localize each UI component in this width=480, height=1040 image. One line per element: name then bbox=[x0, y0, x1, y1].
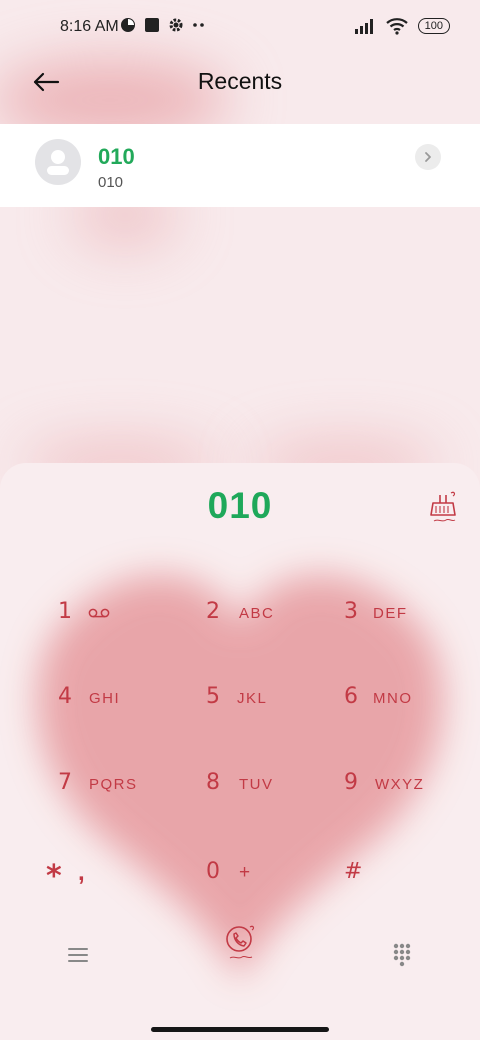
system-icons: 100 bbox=[354, 17, 450, 35]
battery-indicator: 100 bbox=[417, 18, 450, 34]
recent-call-row[interactable]: 010 010 bbox=[0, 124, 480, 207]
status-bar: 8:16 AM 100 bbox=[0, 0, 480, 56]
person-icon bbox=[47, 150, 69, 175]
key-digit: * bbox=[46, 859, 62, 894]
key-hash[interactable]: # bbox=[344, 859, 480, 929]
key-4[interactable]: 4 GHI bbox=[58, 684, 208, 754]
app-notification-icon bbox=[121, 18, 135, 32]
key-letters: ABC bbox=[239, 605, 275, 622]
key-9[interactable]: 9 WXYZ bbox=[344, 770, 480, 840]
voicemail-icon bbox=[88, 608, 110, 618]
key-3[interactable]: 3 DEF bbox=[344, 599, 480, 669]
key-letters: , bbox=[78, 859, 87, 886]
key-digit: # bbox=[344, 859, 363, 884]
key-digit: 9 bbox=[344, 770, 358, 795]
key-digit: 3 bbox=[344, 599, 358, 624]
chevron-right-icon bbox=[425, 152, 431, 162]
key-digit: 6 bbox=[344, 684, 358, 709]
key-star[interactable]: * , bbox=[46, 859, 196, 929]
key-7[interactable]: 7 PQRS bbox=[58, 770, 208, 840]
key-5[interactable]: 5 JKL bbox=[206, 684, 356, 754]
signal-icon bbox=[354, 19, 373, 34]
header: Recents bbox=[0, 56, 480, 122]
home-indicator[interactable] bbox=[151, 1027, 329, 1032]
wifi-icon bbox=[385, 18, 408, 35]
dialer-panel: 010 1 2 ABC 3 DEF 4 GHI 5 JKL 6 MNO 7 PQ… bbox=[0, 463, 480, 1040]
key-letters: + bbox=[239, 862, 252, 883]
key-digit: 7 bbox=[58, 770, 72, 795]
contact-name: 010 bbox=[98, 144, 135, 169]
key-letters: MNO bbox=[373, 690, 413, 707]
avatar bbox=[35, 139, 81, 185]
key-digit: 1 bbox=[58, 599, 72, 624]
key-8[interactable]: 8 TUV bbox=[206, 770, 356, 840]
key-digit: 0 bbox=[206, 859, 220, 884]
gear-icon bbox=[169, 18, 183, 32]
key-letters: PQRS bbox=[89, 776, 138, 793]
menu-icon[interactable] bbox=[67, 946, 89, 964]
square-notification-icon bbox=[145, 18, 159, 32]
keypad-icon[interactable] bbox=[393, 943, 411, 967]
key-digit: 8 bbox=[206, 770, 220, 795]
key-letters: TUV bbox=[239, 776, 274, 793]
key-digit: 2 bbox=[206, 599, 220, 624]
key-6[interactable]: 6 MNO bbox=[344, 684, 480, 754]
key-2[interactable]: 2 ABC bbox=[206, 599, 356, 669]
key-letters: GHI bbox=[89, 690, 121, 707]
more-notifications-icon bbox=[193, 23, 204, 27]
clear-broom-icon[interactable] bbox=[426, 489, 460, 525]
key-letters: DEF bbox=[373, 605, 408, 622]
page-title: Recents bbox=[197, 68, 283, 94]
key-letters: JKL bbox=[237, 690, 268, 707]
contact-number: 010 bbox=[98, 174, 124, 191]
status-time: 8:16 AM bbox=[60, 18, 119, 35]
key-1[interactable]: 1 bbox=[58, 599, 208, 669]
key-0[interactable]: 0 + bbox=[206, 859, 356, 929]
call-details-button[interactable] bbox=[415, 144, 441, 170]
key-digit: 5 bbox=[206, 684, 220, 709]
call-icon[interactable] bbox=[222, 922, 258, 964]
key-digit: 4 bbox=[58, 684, 72, 709]
key-letters: WXYZ bbox=[375, 776, 425, 793]
notification-icons bbox=[120, 17, 206, 33]
entered-number: 010 bbox=[207, 485, 273, 526]
